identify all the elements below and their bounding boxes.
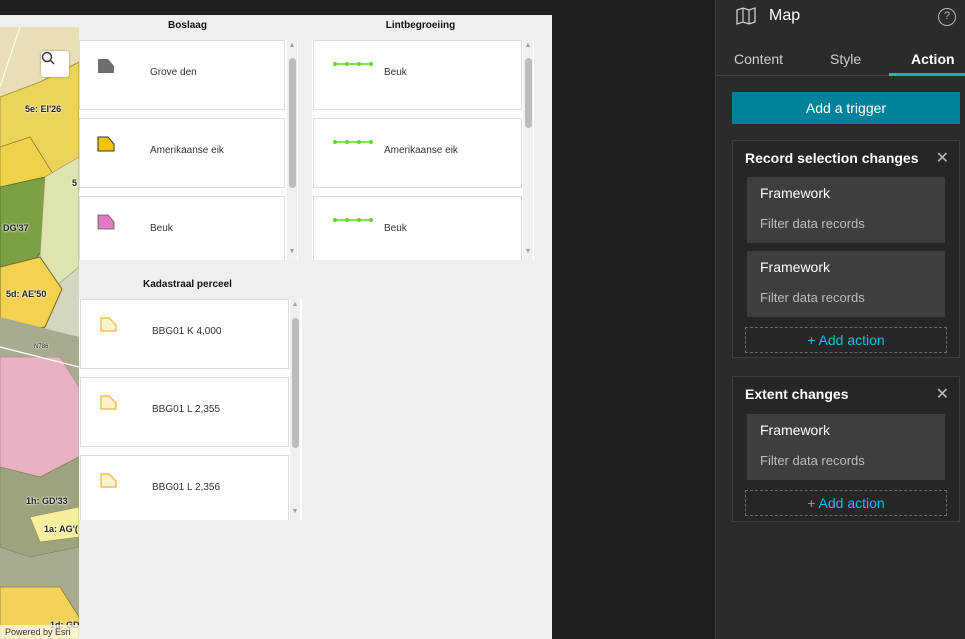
scrollbar-thumb[interactable]: [289, 58, 296, 188]
trigger-card: Record selection changes ✕ Framework Fil…: [732, 140, 960, 358]
legend-item[interactable]: Beuk: [313, 40, 522, 110]
settings-title: Map: [769, 7, 801, 24]
close-icon[interactable]: ✕: [936, 387, 949, 403]
add-action-button[interactable]: + Add action: [745, 327, 947, 353]
legend-item[interactable]: BBG01 L 2,355: [80, 377, 289, 447]
legend-item-label: Amerikaanse eik: [384, 145, 458, 156]
action-title: Framework: [760, 185, 831, 201]
scrollbar-thumb[interactable]: [525, 58, 532, 128]
legend-item[interactable]: Beuk: [79, 196, 285, 260]
line-swatch-icon: [333, 218, 373, 222]
map-attribution: Powered by Esri: [0, 625, 79, 639]
legend-item-label: Amerikaanse eik: [150, 145, 224, 156]
action-item[interactable]: Framework Filter data records: [747, 251, 945, 317]
legend-item-label: Beuk: [150, 223, 173, 234]
legend-item-label: Grove den: [150, 67, 197, 78]
legend-item-label: BBG01 K 4,000: [152, 326, 222, 337]
scroll-down-icon[interactable]: ▼: [524, 248, 532, 256]
settings-header: Map ?: [716, 0, 965, 34]
add-trigger-button[interactable]: Add a trigger: [732, 92, 960, 124]
polygon-swatch-icon: [98, 59, 114, 73]
scroll-up-icon[interactable]: ▲: [291, 301, 299, 309]
settings-tabs: Content Style Action: [716, 44, 965, 76]
map-parcel-label: 5d: AE'50: [6, 289, 47, 299]
legend-scrollbar[interactable]: ▲ ▼: [523, 40, 533, 260]
scroll-down-icon[interactable]: ▼: [291, 508, 299, 516]
legend-item[interactable]: Amerikaanse eik: [313, 118, 522, 188]
map-parcel-label: 5: [72, 178, 78, 188]
legend-item[interactable]: Grove den: [79, 40, 285, 110]
map-parcel-label: 1a: AG'(: [44, 524, 78, 534]
polygon-swatch-icon: [100, 473, 117, 488]
active-tab-indicator: [889, 73, 965, 76]
builder-canvas: 5e: EI'26 5 DG'37 5d: AE'50 N786 1h: GD'…: [0, 15, 552, 639]
help-icon[interactable]: ?: [938, 8, 956, 26]
legend-list-kadastraal[interactable]: BBG01 K 4,000 BBG01 L 2,355 BBG01 L 2,35…: [79, 299, 302, 520]
scroll-up-icon[interactable]: ▲: [288, 42, 296, 50]
legend-title-lintbegroeiing: Lintbegroeiing: [385, 20, 456, 31]
map-parcel-label: DG'37: [3, 223, 29, 233]
legend-item-label: BBG01 L 2,356: [152, 482, 221, 493]
map-basemap: [0, 27, 79, 639]
polygon-swatch-icon: [97, 214, 115, 230]
polygon-swatch-icon: [100, 317, 117, 332]
legend-list-lintbegroeiing[interactable]: Beuk Amerikaanse eik Beuk ▲ ▼: [312, 40, 534, 260]
trigger-card: Extent changes ✕ Framework Filter data r…: [732, 376, 960, 522]
trigger-title: Record selection changes: [745, 150, 919, 166]
action-item[interactable]: Framework Filter data records: [747, 177, 945, 243]
legend-title-boslaag: Boslaag: [168, 20, 207, 31]
settings-panel: Map ? Content Style Action Add a trigger…: [715, 0, 965, 639]
app-page: 5e: EI'26 5 DG'37 5d: AE'50 N786 1h: GD'…: [0, 0, 965, 639]
map-search-button[interactable]: [41, 51, 69, 77]
scroll-up-icon[interactable]: ▲: [524, 42, 532, 50]
legend-item[interactable]: BBG01 K 4,000: [80, 299, 289, 369]
map-parcel-label: 1h: GD'33: [26, 496, 68, 506]
add-action-button[interactable]: + Add action: [745, 490, 947, 516]
action-subtitle: Filter data records: [760, 290, 865, 305]
legend-item-label: BBG01 L 2,355: [152, 404, 221, 415]
polygon-swatch-icon: [100, 395, 117, 410]
scroll-down-icon[interactable]: ▼: [288, 248, 296, 256]
legend-item[interactable]: Amerikaanse eik: [79, 118, 285, 188]
search-icon: [41, 51, 55, 65]
polygon-swatch-icon: [97, 136, 115, 152]
scrollbar-thumb[interactable]: [292, 318, 299, 448]
line-swatch-icon: [333, 62, 373, 66]
legend-item[interactable]: BBG01 L 2,356: [80, 455, 289, 520]
legend-scrollbar[interactable]: ▲ ▼: [290, 299, 300, 520]
map-icon: [736, 7, 756, 25]
action-title: Framework: [760, 259, 831, 275]
action-subtitle: Filter data records: [760, 453, 865, 468]
tab-action[interactable]: Action: [911, 51, 955, 67]
action-subtitle: Filter data records: [760, 216, 865, 231]
legend-item[interactable]: Beuk: [313, 196, 522, 260]
map-parcel-label: 5e: EI'26: [25, 104, 62, 114]
line-swatch-icon: [333, 140, 373, 144]
legend-item-label: Beuk: [384, 223, 407, 234]
tab-style[interactable]: Style: [830, 51, 861, 67]
legend-item-label: Beuk: [384, 67, 407, 78]
action-title: Framework: [760, 422, 831, 438]
action-item[interactable]: Framework Filter data records: [747, 414, 945, 480]
close-icon[interactable]: ✕: [936, 151, 949, 167]
map-widget[interactable]: 5e: EI'26 5 DG'37 5d: AE'50 N786 1h: GD'…: [0, 27, 79, 639]
legend-scrollbar[interactable]: ▲ ▼: [287, 40, 297, 260]
tab-content[interactable]: Content: [734, 51, 783, 67]
trigger-title: Extent changes: [745, 386, 849, 402]
map-road-label: N786: [34, 344, 49, 350]
legend-list-boslaag[interactable]: Grove den Amerikaanse eik Beuk ▲ ▼: [79, 40, 298, 260]
legend-title-kadastraal: Kadastraal perceel: [143, 279, 232, 290]
